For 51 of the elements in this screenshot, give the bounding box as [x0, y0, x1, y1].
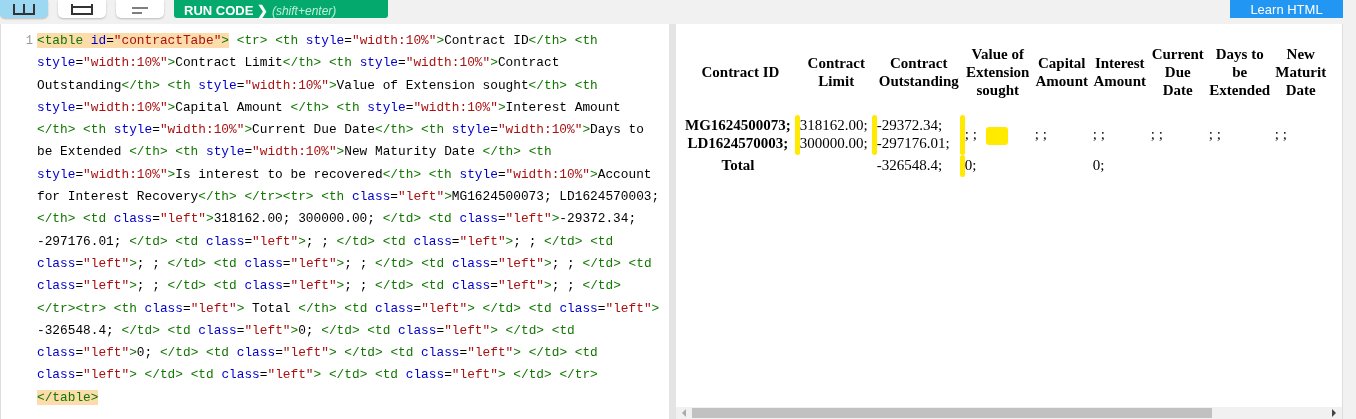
table-cell: ; ;: [964, 125, 977, 143]
code-line: class="left">; ; </td> <td class="left">; ; </td> <td class="left">; ; </td> <td: [37, 254, 653, 273]
table-cell: ; ;: [1274, 125, 1287, 143]
column-header: Interest Amount: [1092, 54, 1147, 91]
column-header: Capital Amount: [1034, 54, 1089, 91]
column-header: Contract ID: [700, 63, 781, 82]
code-line: </th> <th style="width:10%">Current Due Date</th> <th style="width:10%">Days to: [37, 121, 645, 140]
table-cell: ; ;: [1034, 125, 1047, 143]
column-header: Current Due Date: [1150, 45, 1205, 100]
code-line: -297176.01; </td> <td class="left">; ; </td> <td class="left">; ; </td> <td: [37, 232, 615, 251]
line-number: 1: [25, 33, 33, 49]
table-cell-text: -29372.34; -297176.01;: [876, 116, 951, 152]
column-header: Contract Limit: [806, 54, 867, 91]
code-line: <table id="contractTabe"> <tr> <th style="width:10%">Contract ID</th> <th: [37, 32, 599, 50]
layout-button[interactable]: [0, 0, 48, 18]
code-line: </th> <td class="left">318162.00; 300000.00; </td> <td class="left">-29372.34;: [37, 210, 638, 229]
code-line: class="left"> </td> <td class="left"> </td> <td class="left"> </td> </tr>: [37, 366, 599, 385]
table-cell: ; ;: [1208, 125, 1221, 143]
code-line: -326548.4; </td> <td class="left">0; </td> <td class="left"> </td> <td: [37, 321, 576, 340]
column-header: Days to be Extended: [1208, 45, 1272, 100]
code-line: style="width:10%">Is interest to be recovered</th> <th style="width:10%">Account: [37, 165, 653, 184]
table-cell: -326548.4;: [876, 156, 943, 174]
scroll-left-icon[interactable]: [680, 408, 688, 418]
column-header: Contract Outstanding: [877, 54, 960, 91]
column-header: Value of Extension sought: [965, 45, 1031, 100]
split-layout-icon: [13, 4, 35, 16]
table-cell: 0;: [1092, 156, 1105, 174]
table-cell: ; ;: [1150, 125, 1163, 143]
horizontal-scrollbar[interactable]: [676, 407, 1342, 419]
row-header: Total: [721, 156, 755, 174]
table-cell: 0;: [964, 156, 977, 174]
table-cell: 318162.00; 300000.00;: [799, 116, 868, 152]
code-line: </tr><tr> <th class="left"> Total </th> <td class="left"> </td> <td class="left">: [37, 299, 660, 318]
row-header: MG1624500073; LD1624570003;: [685, 116, 791, 152]
lines-icon: [130, 6, 150, 16]
code-line: class="left">; ; </td> <td class="left">; ; </td> <td class="left">; ; </td>: [37, 277, 622, 296]
code-line: style="width:10%">Contract Limit</th> <th style="width:10%">Contract: [37, 54, 561, 73]
layout-button[interactable]: [58, 0, 106, 18]
code-editor[interactable]: [0, 24, 669, 419]
stacked-layout-icon: [71, 4, 93, 16]
code-line: class="left">0; </td> <td class="left"> </td> <td class="left"> </td> <td: [37, 344, 599, 363]
learn-html-button[interactable]: Learn HTML: [1230, 0, 1343, 18]
code-line: </table>: [37, 388, 100, 407]
scroll-right-icon[interactable]: [1330, 408, 1338, 418]
code-line: for Interest Recovery</th> </tr><tr> <th class="left">MG1624500073; LD1624570003;: [37, 188, 660, 207]
code-line: be Extended </th> <th style="width:10%">New Maturity Date </th> <th: [37, 143, 553, 162]
table-cell: ; ;: [1092, 125, 1105, 143]
column-header: New Maturit Date: [1274, 45, 1328, 100]
code-line: style="width:10%">Capital Amount </th> <th style="width:10%">Interest Amount: [37, 98, 622, 117]
code-line: Outstanding</th> <th style="width:10%">Value of Extension sought</th> <th: [37, 76, 599, 95]
run-code-button[interactable]: RUN CODE ❯ (shift+enter): [174, 0, 388, 18]
